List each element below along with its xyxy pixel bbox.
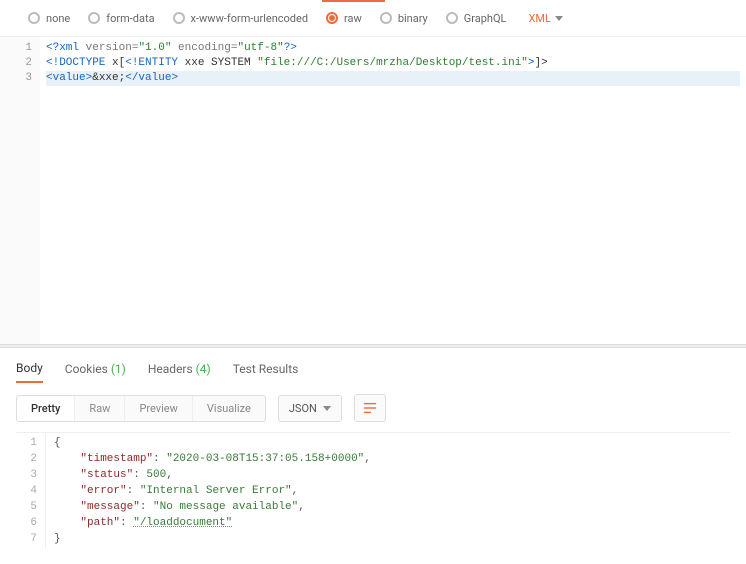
view-visualize-button[interactable]: Visualize (193, 396, 265, 421)
view-preview-button[interactable]: Preview (125, 396, 192, 421)
radio-label: x-www-form-urlencoded (191, 12, 309, 25)
tab-cookies[interactable]: Cookies (1) (65, 356, 126, 382)
radio-icon (28, 12, 40, 24)
body-type-x-www-form-urlencoded[interactable]: x-www-form-urlencoded (173, 12, 309, 25)
body-type-raw[interactable]: raw (326, 12, 362, 25)
response-body: 1234567 { "timestamp": "2020-03-08T15:37… (16, 432, 730, 549)
wrap-lines-button[interactable] (354, 394, 386, 422)
view-raw-button[interactable]: Raw (75, 396, 125, 421)
radio-label: form-data (106, 12, 154, 25)
radio-label: none (46, 12, 70, 25)
response-tabs: Body Cookies (1) Headers (4) Test Result… (0, 348, 746, 384)
tab-test-results[interactable]: Test Results (233, 356, 299, 382)
radio-icon (88, 12, 100, 24)
body-type-binary[interactable]: binary (380, 12, 428, 25)
content-type-label: XML (528, 12, 550, 25)
tab-headers[interactable]: Headers (4) (148, 356, 211, 382)
content-type-dropdown[interactable]: XML (528, 12, 562, 25)
response-lang-dropdown[interactable]: JSON (278, 395, 342, 422)
radio-label: GraphQL (464, 12, 507, 25)
body-type-form-data[interactable]: form-data (88, 12, 154, 25)
view-mode-group: Pretty Raw Preview Visualize (16, 395, 266, 422)
radio-icon (173, 12, 185, 24)
wrap-icon (363, 401, 377, 415)
radio-icon (326, 12, 338, 24)
tab-body[interactable]: Body (16, 355, 43, 383)
chevron-down-icon (555, 16, 563, 21)
editor-gutter: 123 (0, 37, 40, 344)
response-toolbar: Pretty Raw Preview Visualize JSON (0, 384, 746, 432)
request-body-editor[interactable]: 123 <?xml version="1.0" encoding="utf-8"… (0, 36, 746, 344)
response-gutter: 1234567 (16, 433, 46, 549)
response-code-area[interactable]: { "timestamp": "2020-03-08T15:37:05.158+… (46, 433, 730, 549)
editor-code-area[interactable]: <?xml version="1.0" encoding="utf-8"?><!… (40, 37, 746, 344)
radio-icon (446, 12, 458, 24)
radio-label: binary (398, 12, 428, 25)
body-type-row: none form-data x-www-form-urlencoded raw bin… (0, 0, 746, 36)
chevron-down-icon (323, 406, 331, 411)
radio-icon (380, 12, 392, 24)
active-tab-indicator (322, 0, 385, 2)
body-type-GraphQL[interactable]: GraphQL (446, 12, 507, 25)
body-type-none[interactable]: none (28, 12, 70, 25)
view-pretty-button[interactable]: Pretty (17, 396, 75, 421)
radio-label: raw (344, 12, 362, 25)
